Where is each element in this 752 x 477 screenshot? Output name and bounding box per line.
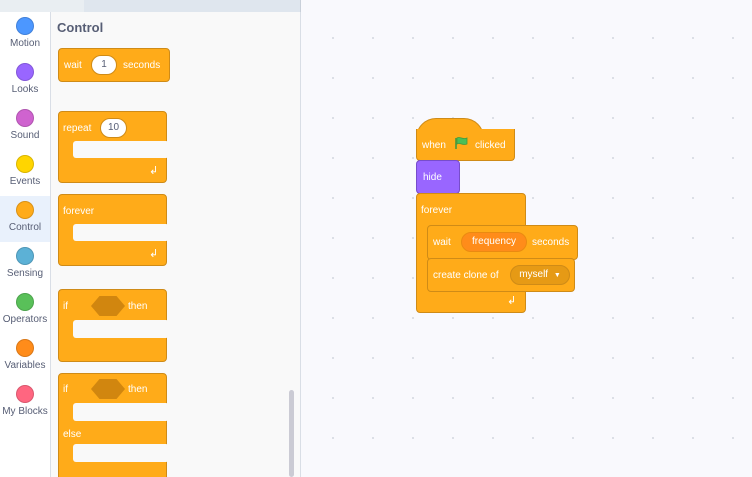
repeat-count-input[interactable]: 10 [100, 118, 127, 138]
green-flag-icon [455, 137, 468, 149]
block-label: if [63, 384, 68, 395]
block-label: clicked [475, 140, 506, 151]
category-my-blocks[interactable]: My Blocks [0, 380, 50, 426]
category-sound[interactable]: Sound [0, 104, 50, 150]
when-flag-clicked-block[interactable]: when clicked [416, 129, 515, 161]
category-label: Looks [11, 84, 39, 95]
forever-mouth [73, 224, 169, 241]
block-label: seconds [532, 237, 570, 248]
palette-title: Control [57, 20, 104, 35]
category-control[interactable]: Control [0, 196, 50, 242]
if-mouth [73, 403, 169, 421]
loop-arrow-icon: ↲ [149, 248, 159, 260]
control-category-icon [16, 201, 34, 219]
category-label: My Blocks [2, 406, 48, 417]
category-label: Events [9, 176, 41, 187]
block-label: repeat [63, 123, 92, 134]
block-label: hide [423, 172, 442, 183]
palette-scrollbar[interactable] [289, 390, 294, 477]
operators-category-icon [16, 293, 34, 311]
clone-target-value: myself [519, 269, 549, 280]
events-category-icon [16, 155, 34, 173]
block-label: create clone of [433, 270, 499, 281]
create-clone-block[interactable]: create clone of myself ▼ [427, 258, 575, 292]
sounds-tab[interactable] [200, 0, 301, 12]
category-label: Operators [2, 314, 48, 325]
script-workspace[interactable]: when clicked hide forever ↲ wait frequen… [301, 12, 752, 477]
forever-block[interactable]: forever ↲ [58, 194, 169, 266]
condition-slot[interactable] [91, 296, 125, 316]
block-palette: Control wait 1 seconds repeat 10 ↲ forev… [51, 12, 301, 477]
sensing-category-icon [16, 247, 34, 265]
block-label: forever [63, 206, 95, 217]
sound-category-icon [16, 109, 34, 127]
category-looks[interactable]: Looks [0, 58, 50, 104]
block-label: if [63, 301, 68, 312]
category-sensing[interactable]: Sensing [0, 242, 50, 288]
block-label: then [128, 301, 148, 312]
looks-category-icon [16, 63, 34, 81]
seconds-input[interactable]: 1 [91, 55, 117, 75]
else-mouth [73, 444, 169, 462]
block-label: seconds [123, 60, 161, 71]
if-else-block[interactable]: if then else [58, 373, 169, 477]
my-blocks-category-icon [16, 385, 34, 403]
repeat-block[interactable]: repeat 10 ↲ [58, 111, 169, 183]
category-operators[interactable]: Operators [0, 288, 50, 334]
if-mouth [73, 320, 169, 338]
repeat-mouth [73, 141, 169, 158]
wait-block[interactable]: wait frequency seconds [427, 225, 578, 260]
dropdown-arrow-icon: ▼ [553, 272, 561, 279]
wait-block[interactable]: wait 1 seconds [58, 48, 170, 82]
block-label: forever [421, 205, 453, 216]
if-then-block[interactable]: if then [58, 289, 169, 362]
condition-slot[interactable] [91, 379, 125, 399]
block-label: else [63, 429, 82, 440]
block-label: then [128, 384, 148, 395]
category-label: Control [8, 222, 42, 233]
variables-category-icon [16, 339, 34, 357]
block-label: wait [64, 60, 82, 71]
category-variables[interactable]: Variables [0, 334, 50, 380]
category-menu: Motion Looks Sound Events Control Sensin… [0, 12, 51, 477]
hide-block[interactable]: hide [416, 160, 460, 194]
category-events[interactable]: Events [0, 150, 50, 196]
loop-arrow-icon: ↲ [507, 295, 517, 307]
motion-category-icon [16, 17, 34, 35]
block-label: wait [433, 237, 451, 248]
category-label: Sound [10, 130, 40, 141]
category-motion[interactable]: Motion [0, 12, 50, 58]
costumes-tab[interactable] [84, 0, 201, 12]
category-label: Motion [9, 38, 40, 49]
loop-arrow-icon: ↲ [149, 165, 159, 177]
frequency-variable-reporter[interactable]: frequency [461, 232, 527, 252]
block-label: when [422, 140, 446, 151]
category-label: Sensing [6, 268, 44, 279]
clone-target-dropdown[interactable]: myself ▼ [510, 265, 570, 285]
category-label: Variables [4, 360, 46, 371]
